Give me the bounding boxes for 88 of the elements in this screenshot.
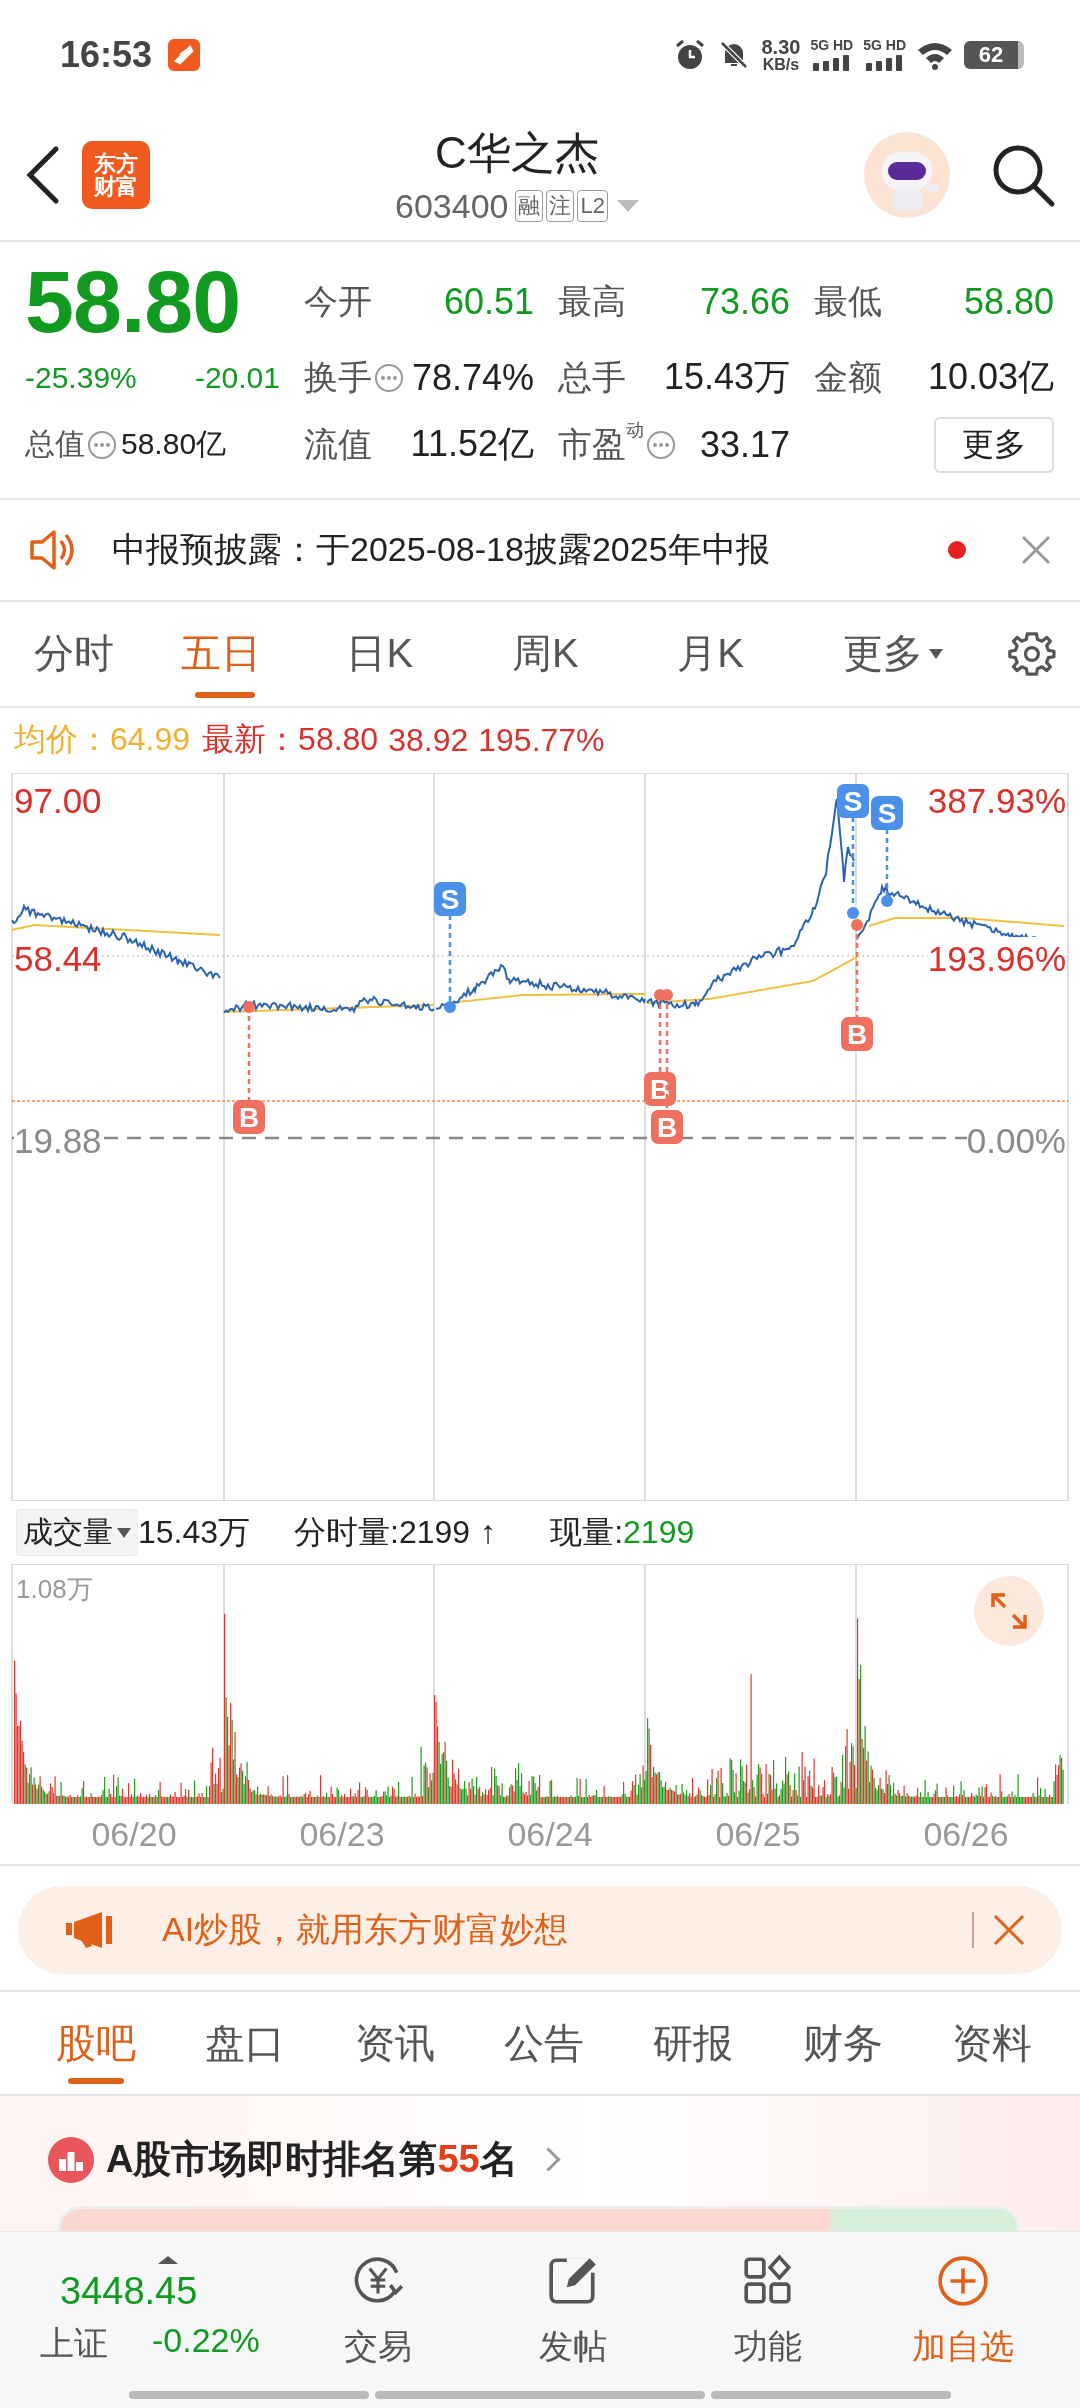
nav-label[interactable]: 功能 [733, 2323, 802, 2370]
date-label: 06/25 [715, 1814, 801, 1854]
index-quote[interactable]: 3448.45 上证 -0.22% [40, 2256, 280, 2368]
stat-label: 流值 [304, 423, 372, 465]
stat-value: 60.51 [443, 280, 534, 323]
stat-value: 73.66 [699, 280, 790, 323]
index-change: -0.22% [152, 2321, 260, 2362]
total-volume: 15.43万 [138, 1512, 251, 1552]
price-change: 38.92 [388, 721, 469, 759]
stat-label: 换手 [304, 356, 372, 398]
stat-value: 15.43万 [663, 355, 790, 400]
last-price: 58.80 [25, 257, 242, 346]
stat-label: 今开 [304, 280, 372, 322]
index-name: 上证 [40, 2323, 108, 2365]
chart-tab[interactable]: 周K [511, 601, 678, 706]
stat-label: 最低 [814, 280, 882, 322]
speed-unit: KB/s [762, 56, 800, 73]
network-type: 5G HD [863, 38, 906, 53]
chart-tab[interactable]: 月K [677, 601, 843, 706]
rank-text[interactable]: A股市场即时排名第55名 [106, 2134, 518, 2186]
robot-avatar[interactable] [864, 131, 950, 218]
close-icon[interactable] [992, 1913, 1026, 1948]
network-type: 5G HD [810, 38, 854, 53]
index-value: 3448.45 [60, 2270, 198, 2314]
chart-tab[interactable]: 分时 [34, 601, 182, 706]
clock-time: 16:53 [60, 33, 153, 76]
stat-value: 58.80亿 [121, 426, 227, 463]
date-label: 06/24 [507, 1814, 593, 1854]
close-icon[interactable] [1020, 533, 1052, 566]
app-notification-icon [168, 38, 201, 71]
info-icon[interactable] [646, 429, 676, 460]
content-tab[interactable]: 财务 [802, 1992, 883, 2095]
stat-value: 11.52亿 [410, 422, 534, 467]
chart-tab[interactable]: 更多 [842, 601, 1009, 706]
add-icon[interactable] [935, 2253, 990, 2308]
stat-label: 总值 [25, 426, 85, 463]
trend-arrow: ↑ [480, 1514, 497, 1552]
content-tab[interactable]: 公告 [504, 1992, 584, 2095]
caret-icon [117, 1527, 131, 1538]
nav-label[interactable]: 发帖 [538, 2323, 607, 2370]
logo-text: 东方 [94, 151, 138, 175]
volume-selector[interactable]: 成交量 [16, 1509, 138, 1557]
notice-text[interactable]: 中报预披露：于2025-08-18披露2025年中报 [112, 526, 914, 573]
chart-tab[interactable]: 五日 [181, 601, 347, 706]
caret-icon [158, 2256, 178, 2265]
stat-label: 总手 [558, 356, 626, 398]
stat-label: 市盈$^{动}$ [558, 421, 644, 465]
date-label: 06/20 [91, 1814, 177, 1854]
megaphone-icon [64, 1910, 114, 1951]
network-speed: 8.30 [761, 36, 801, 57]
banner-text: AI炒股，就用东方财富妙想 [162, 1909, 570, 1951]
content-tab[interactable]: 资讯 [354, 1992, 435, 2095]
stat-label: 金额 [814, 356, 882, 398]
more-button[interactable]: 更多 [934, 416, 1054, 473]
interval-volume: 分时量:2199 [294, 1512, 471, 1552]
stock-code: 603400 [395, 186, 509, 226]
expand-icon [989, 1591, 1029, 1632]
stat-value: 78.74% [411, 356, 534, 399]
stat-value: 33.17 [699, 423, 790, 466]
caret-icon[interactable] [616, 200, 639, 213]
price-change-percent: 195.77% [478, 721, 605, 759]
info-icon[interactable] [87, 429, 117, 460]
stock-name: C华之杰 [435, 126, 599, 179]
content-tab[interactable]: 资料 [951, 1992, 1032, 2095]
stock-tag: L2 [577, 190, 608, 223]
info-icon[interactable] [374, 362, 404, 393]
logo-text: 财富 [94, 174, 138, 198]
content-tab[interactable]: 研报 [653, 1992, 734, 2095]
date-label: 06/26 [923, 1814, 1009, 1854]
content-tab[interactable]: 盘口 [205, 1992, 286, 2095]
stat-value: 58.80 [963, 280, 1054, 323]
change-amount: -20.01 [194, 360, 280, 395]
stat-value: 10.03亿 [927, 355, 1054, 400]
current-volume-value: 2199 [623, 1514, 695, 1552]
nav-label[interactable]: 交易 [343, 2323, 412, 2370]
average-price: 均价：64.99 [14, 720, 191, 760]
date-label: 06/23 [299, 1814, 385, 1854]
current-volume-label: 现量: [550, 1512, 624, 1552]
battery-level: 62 [978, 41, 1004, 68]
content-tab[interactable]: 股吧 [56, 1992, 136, 2095]
chart-tab[interactable]: 日K [346, 601, 512, 706]
change-percent: -25.39% [25, 360, 137, 395]
latest-price: 最新：58.80 [202, 720, 379, 760]
stock-tag: 注 [546, 190, 575, 223]
stock-tag: 融 [515, 190, 544, 223]
stat-label: 最高 [558, 280, 626, 322]
podium-icon [48, 2136, 94, 2183]
volume-axis-label: 1.08万 [16, 1573, 93, 1607]
